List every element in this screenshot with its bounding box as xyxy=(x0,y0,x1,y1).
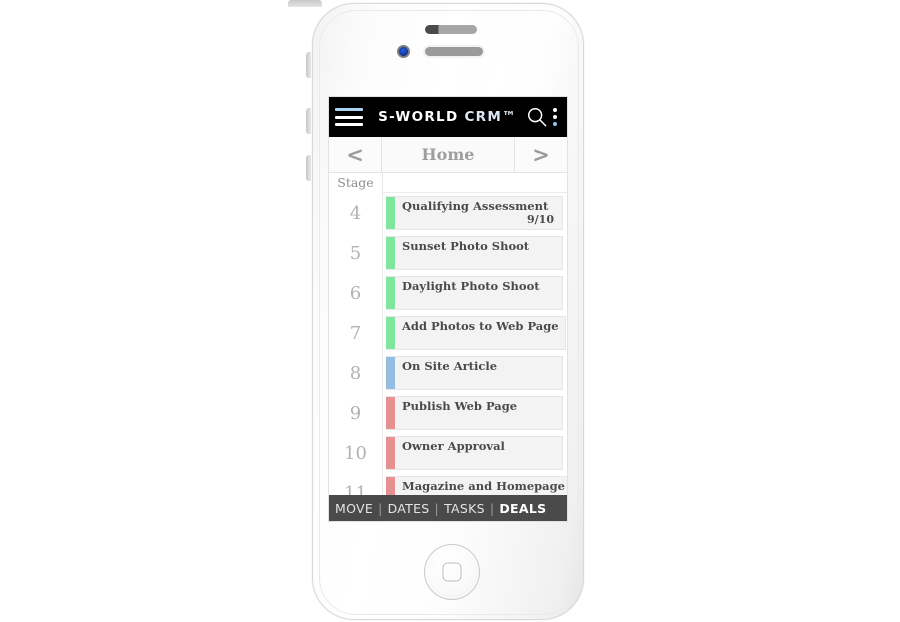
task-progress-count: 9/10 xyxy=(527,213,554,226)
table-row[interactable]: 9 Publish Web Page xyxy=(329,393,567,433)
toolbar-separator: | xyxy=(434,500,440,516)
app-title-secondary: CRM™ xyxy=(464,109,517,125)
app-header: S-WORLD CRM™ xyxy=(329,97,567,137)
task-cell[interactable]: Publish Web Page xyxy=(383,393,567,433)
app-title-primary: S-WORLD xyxy=(378,109,465,125)
volume-down-button[interactable] xyxy=(306,155,311,181)
task-body: Daylight Photo Shoot xyxy=(395,277,562,309)
table-row[interactable]: 8 On Site Article xyxy=(329,353,567,393)
stage-number: 6 xyxy=(329,273,383,313)
toolbar-button-tasks[interactable]: TASKS xyxy=(444,501,485,516)
task-title: Publish Web Page xyxy=(402,399,518,413)
task-title: On Site Article xyxy=(402,359,498,373)
task-title: Magazine and Homepage xyxy=(402,479,565,493)
app-title: S-WORLD CRM™ xyxy=(363,109,526,125)
task-body: Add Photos to Web Page xyxy=(395,317,565,349)
column-header-task xyxy=(383,173,567,193)
task-cell[interactable]: Add Photos to Web Page xyxy=(383,313,567,353)
table-row[interactable]: 10 Owner Approval xyxy=(329,433,567,473)
task-card[interactable]: Owner Approval xyxy=(386,436,563,470)
task-card[interactable]: Qualifying Assessment 9/10 xyxy=(386,196,563,230)
task-body: Sunset Photo Shoot xyxy=(395,237,562,269)
kebab-dot-2 xyxy=(553,115,557,119)
stage-task-table: Stage 4 Qualifying Assessment 9/10 5 Sunset … xyxy=(329,173,567,499)
volume-up-button[interactable] xyxy=(306,108,311,134)
task-status-bar xyxy=(386,357,395,389)
task-status-bar xyxy=(386,317,395,349)
task-status-bar xyxy=(386,397,395,429)
task-card[interactable]: Sunset Photo Shoot xyxy=(386,236,563,270)
task-title: Sunset Photo Shoot xyxy=(402,239,530,253)
toolbar-separator: | xyxy=(378,500,383,516)
page-navigation-bar: < Home > xyxy=(329,137,567,173)
phone-screen: S-WORLD CRM™ < Home > Stage 4Qualifying xyxy=(328,96,568,522)
stage-number: 7 xyxy=(329,313,383,353)
hamburger-line-1 xyxy=(335,108,363,111)
hamburger-line-3 xyxy=(335,123,363,126)
speaker-grille xyxy=(425,25,477,34)
task-card[interactable]: Add Photos to Web Page xyxy=(386,316,566,350)
screenshot-canvas: S-WORLD CRM™ < Home > Stage 4Qualifying xyxy=(0,0,900,622)
toolbar-separator: | xyxy=(489,500,495,516)
kebab-dot-3 xyxy=(553,122,557,126)
home-button-square-icon xyxy=(442,562,462,582)
nav-next-button[interactable]: > xyxy=(514,137,567,172)
task-status-bar xyxy=(386,197,395,229)
task-card[interactable]: Publish Web Page xyxy=(386,396,563,430)
stage-number: 4 xyxy=(329,193,383,233)
stage-number: 10 xyxy=(329,433,383,473)
mute-switch[interactable] xyxy=(306,52,311,78)
more-vertical-icon[interactable] xyxy=(553,106,558,128)
front-camera xyxy=(397,45,410,58)
earpiece-speaker xyxy=(425,47,483,56)
stage-number: 9 xyxy=(329,393,383,433)
task-status-bar xyxy=(386,437,395,469)
page-title: Home xyxy=(421,145,475,164)
power-button[interactable] xyxy=(288,0,322,7)
table-header-row: Stage xyxy=(329,173,567,193)
task-title: Qualifying Assessment xyxy=(402,199,549,213)
table-row[interactable]: 4 Qualifying Assessment 9/10 xyxy=(329,193,567,233)
stage-number: 5 xyxy=(329,233,383,273)
nav-prev-button[interactable]: < xyxy=(329,137,382,172)
table-row[interactable]: 7 Add Photos to Web Page xyxy=(329,313,567,353)
column-header-stage: Stage xyxy=(329,173,383,193)
search-icon[interactable] xyxy=(526,106,548,128)
kebab-dot-1 xyxy=(553,108,557,112)
bottom-toolbar: MOVE | DATES | TASKS | DEALS xyxy=(329,495,567,521)
task-title: Add Photos to Web Page xyxy=(402,319,559,333)
hamburger-menu-icon[interactable] xyxy=(335,106,363,128)
task-title: Owner Approval xyxy=(402,439,505,453)
home-button[interactable] xyxy=(424,544,480,600)
task-status-bar xyxy=(386,237,395,269)
task-cell[interactable]: Owner Approval xyxy=(383,433,567,473)
toolbar-button-dates[interactable]: DATES xyxy=(388,501,430,516)
task-body: Qualifying Assessment 9/10 xyxy=(395,197,562,229)
task-body: Owner Approval xyxy=(395,437,562,469)
task-cell[interactable]: On Site Article xyxy=(383,353,567,393)
table-row[interactable]: 5 Sunset Photo Shoot xyxy=(329,233,567,273)
toolbar-button-move[interactable]: MOVE xyxy=(335,501,373,516)
task-body: On Site Article xyxy=(395,357,562,389)
stage-number: 8 xyxy=(329,353,383,393)
task-status-bar xyxy=(386,277,395,309)
table-body: 4 Qualifying Assessment 9/10 5 Sunset Photo … xyxy=(329,193,567,499)
task-cell[interactable]: Sunset Photo Shoot xyxy=(383,233,567,273)
task-cell[interactable]: Qualifying Assessment 9/10 xyxy=(383,193,567,233)
toolbar-button-deals[interactable]: DEALS xyxy=(499,501,546,516)
task-cell[interactable]: Daylight Photo Shoot xyxy=(383,273,567,313)
hamburger-line-2 xyxy=(335,115,363,119)
table-row[interactable]: 6 Daylight Photo Shoot xyxy=(329,273,567,313)
task-card[interactable]: On Site Article xyxy=(386,356,563,390)
task-title: Daylight Photo Shoot xyxy=(402,279,540,293)
task-card[interactable]: Daylight Photo Shoot xyxy=(386,276,563,310)
task-body: Publish Web Page xyxy=(395,397,562,429)
